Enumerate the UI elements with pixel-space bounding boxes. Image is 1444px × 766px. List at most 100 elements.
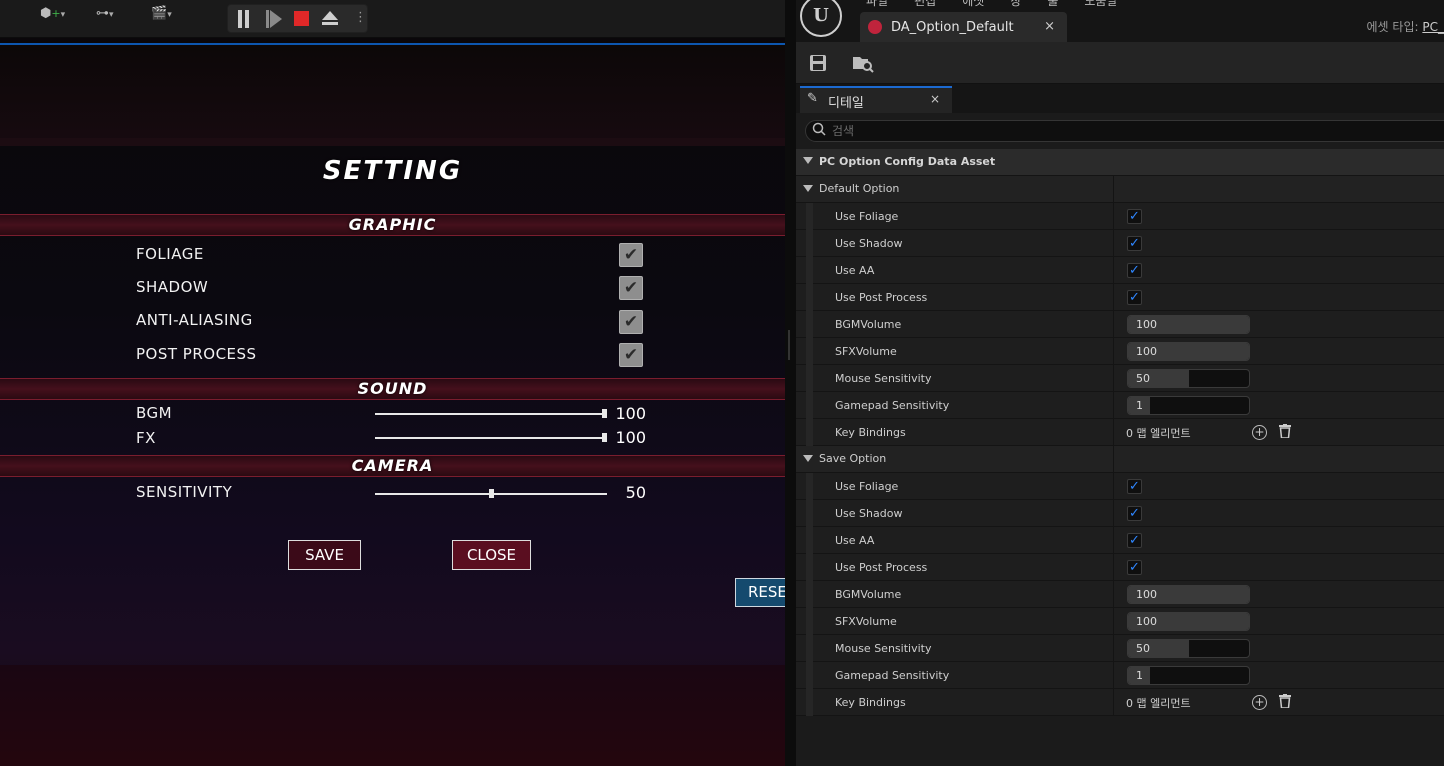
property-row: Use Shadow ✓ — [796, 500, 1444, 527]
number-field[interactable]: 50 — [1127, 369, 1250, 388]
trash-icon[interactable] — [1278, 424, 1292, 440]
menu-item[interactable]: 툴 — [1047, 0, 1058, 8]
number-field[interactable]: 1 — [1127, 396, 1250, 415]
column-divider[interactable] — [1113, 311, 1114, 338]
number-field[interactable]: 100 — [1127, 612, 1250, 631]
column-divider[interactable] — [1113, 338, 1114, 365]
bgm-slider[interactable] — [375, 409, 607, 418]
pause-icon[interactable] — [238, 10, 242, 28]
property-row: Key Bindings 0 맵 엘리먼트 + — [796, 419, 1444, 446]
column-divider[interactable] — [1113, 554, 1114, 581]
number-field-value: 100 — [1136, 345, 1157, 358]
property-checkbox[interactable]: ✓ — [1127, 236, 1142, 251]
blueprint-icon[interactable]: ⊶▾ — [96, 6, 114, 32]
save-button[interactable]: Save — [288, 540, 361, 570]
column-divider[interactable] — [1113, 635, 1114, 662]
number-field[interactable]: 100 — [1127, 585, 1250, 604]
property-checkbox[interactable]: ✓ — [1127, 533, 1142, 548]
group-header[interactable]: Default Option — [796, 176, 1444, 203]
column-divider[interactable] — [1113, 446, 1114, 473]
column-divider[interactable] — [1113, 392, 1114, 419]
number-field[interactable]: 100 — [1127, 342, 1250, 361]
property-name: Use Post Process — [835, 561, 928, 574]
fx-slider[interactable] — [375, 433, 607, 442]
add-element-icon[interactable]: + — [1252, 425, 1267, 440]
column-divider[interactable] — [1113, 608, 1114, 635]
column-divider[interactable] — [1113, 662, 1114, 689]
property-checkbox[interactable]: ✓ — [1127, 263, 1142, 278]
sensitivity-label: Sensitivity — [136, 483, 233, 501]
number-field-value: 1 — [1136, 669, 1143, 682]
cinematics-icon[interactable]: 🎬▾ — [151, 6, 172, 32]
row-gutter — [806, 392, 813, 419]
menu-item[interactable]: 에셋 — [962, 0, 984, 8]
property-checkbox[interactable]: ✓ — [1127, 560, 1142, 575]
search-input[interactable] — [832, 123, 1432, 139]
close-button[interactable]: Close — [452, 540, 531, 570]
asset-tab[interactable]: DA_Option_Default × — [860, 12, 1067, 42]
number-field[interactable]: 1 — [1127, 666, 1250, 685]
number-field[interactable]: 100 — [1127, 315, 1250, 334]
save-icon[interactable] — [808, 53, 828, 73]
expand-arrow-icon[interactable] — [803, 157, 813, 164]
property-row: Mouse Sensitivity 50 — [796, 635, 1444, 662]
shadow-checkbox[interactable]: ✔ — [619, 276, 643, 300]
close-details-icon[interactable]: × — [930, 92, 940, 106]
fx-slider-thumb[interactable] — [602, 433, 607, 442]
column-divider[interactable] — [1113, 284, 1114, 311]
game-viewport[interactable]: ⬢+▾ ⊶▾ 🎬▾ ⋮ Setting Graphic Foliage ✔ Sh… — [0, 0, 785, 766]
post-process-checkbox[interactable]: ✔ — [619, 343, 643, 367]
sensitivity-slider-thumb[interactable] — [489, 489, 494, 498]
menu-item[interactable]: 파일 — [866, 0, 888, 8]
expand-arrow-icon[interactable] — [803, 455, 813, 462]
search-box[interactable] — [805, 120, 1444, 142]
property-checkbox[interactable]: ✓ — [1127, 209, 1142, 224]
row-gutter — [806, 473, 813, 500]
column-divider[interactable] — [1113, 203, 1114, 230]
browse-icon[interactable] — [852, 53, 874, 73]
property-checkbox[interactable]: ✓ — [1127, 479, 1142, 494]
details-tab[interactable]: ✎ 디테일 × — [800, 86, 952, 113]
column-divider[interactable] — [1113, 257, 1114, 284]
foliage-checkbox[interactable]: ✔ — [619, 243, 643, 267]
menu-item[interactable]: 창 — [1010, 0, 1021, 8]
details-tab-label: 디테일 — [828, 96, 864, 111]
add-actor-icon[interactable]: ⬢+▾ — [40, 6, 65, 32]
menu-item[interactable]: 편집 — [914, 0, 936, 8]
row-gutter — [806, 419, 813, 446]
menu-item[interactable]: 도움말 — [1084, 0, 1117, 8]
stop-icon[interactable] — [294, 11, 309, 26]
column-divider[interactable] — [1113, 365, 1114, 392]
trash-icon[interactable] — [1278, 694, 1292, 710]
panel-splitter[interactable] — [785, 0, 796, 766]
reset-button[interactable]: Rese — [735, 578, 785, 607]
property-checkbox[interactable]: ✓ — [1127, 506, 1142, 521]
step-icon[interactable] — [266, 10, 269, 28]
column-divider[interactable] — [1113, 473, 1114, 500]
asset-type-link[interactable]: PC_ — [1422, 20, 1444, 34]
bgm-slider-thumb[interactable] — [602, 409, 607, 418]
add-element-icon[interactable]: + — [1252, 695, 1267, 710]
group-header[interactable]: Save Option — [796, 446, 1444, 473]
column-divider[interactable] — [1113, 527, 1114, 554]
number-field[interactable]: 50 — [1127, 639, 1250, 658]
property-checkbox[interactable]: ✓ — [1127, 290, 1142, 305]
anti-aliasing-checkbox[interactable]: ✔ — [619, 310, 643, 334]
column-divider[interactable] — [1113, 500, 1114, 527]
unreal-logo[interactable]: U — [800, 0, 842, 37]
close-tab-icon[interactable]: × — [1044, 19, 1055, 34]
sensitivity-slider[interactable] — [375, 489, 607, 498]
category-header[interactable]: PC Option Config Data Asset — [796, 149, 1444, 176]
expand-arrow-icon[interactable] — [803, 185, 813, 192]
column-divider[interactable] — [1113, 581, 1114, 608]
column-divider[interactable] — [1113, 230, 1114, 257]
column-divider[interactable] — [1113, 176, 1114, 203]
more-options-icon[interactable]: ⋮ — [354, 8, 367, 26]
property-row: Use AA ✓ — [796, 257, 1444, 284]
column-divider[interactable] — [1113, 689, 1114, 716]
column-divider[interactable] — [1113, 419, 1114, 446]
eject-icon[interactable] — [322, 11, 338, 20]
row-gutter — [806, 365, 813, 392]
property-row: Use Shadow ✓ — [796, 230, 1444, 257]
row-gutter — [806, 635, 813, 662]
